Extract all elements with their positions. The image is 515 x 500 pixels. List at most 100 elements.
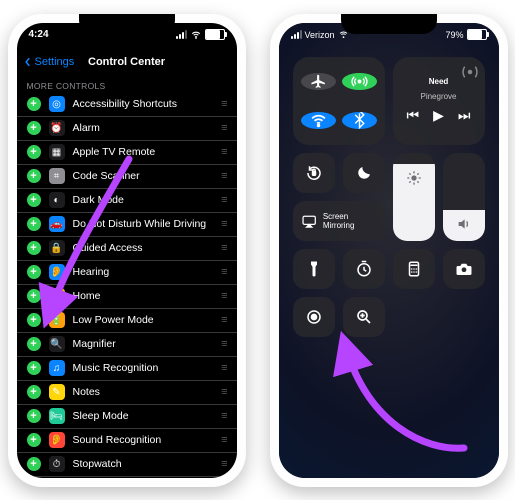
row-label: Stopwatch — [73, 458, 122, 470]
drag-handle-icon[interactable]: ≡ — [221, 146, 226, 158]
app-icon: ✎ — [49, 384, 65, 400]
row-label: Sound Recognition — [73, 434, 162, 446]
list-item[interactable]: +⏱Stopwatch≡ — [17, 453, 237, 477]
screen-mirroring-button[interactable]: Screen Mirroring — [293, 201, 385, 241]
drag-handle-icon[interactable]: ≡ — [221, 386, 226, 398]
add-button[interactable]: + — [27, 385, 41, 399]
row-label: Alarm — [73, 122, 100, 134]
drag-handle-icon[interactable]: ≡ — [221, 458, 226, 470]
list-item[interactable]: +⌗Code Scanner≡ — [17, 165, 237, 189]
app-icon: ♫ — [49, 360, 65, 376]
drag-handle-icon[interactable]: ≡ — [221, 218, 226, 230]
drag-handle-icon[interactable]: ≡ — [221, 194, 226, 206]
brightness-slider[interactable] — [393, 153, 435, 241]
battery-percent: 79% — [445, 30, 463, 40]
add-button[interactable]: + — [27, 289, 41, 303]
moon-icon — [355, 164, 373, 182]
list-item[interactable]: +👂Sound Recognition≡ — [17, 429, 237, 453]
drag-handle-icon[interactable]: ≡ — [221, 242, 226, 254]
drag-handle-icon[interactable]: ≡ — [221, 170, 226, 182]
app-icon: 🔋 — [49, 312, 65, 328]
do-not-disturb-toggle[interactable] — [343, 153, 385, 193]
list-item[interactable]: +🚗Do Not Disturb While Driving≡ — [17, 213, 237, 237]
magnifier-button[interactable] — [343, 297, 385, 337]
bluetooth-toggle[interactable] — [342, 112, 377, 129]
control-center-screen: Verizon 79% — [279, 23, 499, 478]
flashlight-icon — [305, 260, 323, 278]
back-button[interactable]: Settings — [23, 56, 75, 68]
cellular-signal-icon — [291, 30, 302, 39]
add-button[interactable]: + — [27, 241, 41, 255]
battery-icon — [467, 29, 487, 40]
timer-button[interactable] — [343, 249, 385, 289]
list-item[interactable]: + 👂 Hearing ≡ — [17, 261, 237, 285]
add-button[interactable]: + — [27, 145, 41, 159]
add-button[interactable]: + — [27, 361, 41, 375]
drag-handle-icon[interactable]: ≡ — [221, 314, 226, 326]
play-button[interactable]: ▶ — [433, 107, 444, 124]
airplay-audio-icon — [461, 63, 479, 81]
airplane-icon — [310, 73, 327, 90]
calculator-button[interactable] — [393, 249, 435, 289]
add-button[interactable]: + — [27, 169, 41, 183]
cellular-data-toggle[interactable] — [342, 73, 377, 90]
wifi-toggle[interactable] — [301, 112, 336, 129]
carrier-label: Verizon — [305, 30, 335, 40]
add-button[interactable]: + — [27, 265, 41, 279]
row-label: Accessibility Shortcuts — [73, 98, 177, 110]
drag-handle-icon[interactable]: ≡ — [221, 98, 226, 110]
now-playing-tile[interactable]: Need Pinegrove ⏮ ▶ ⏭ — [393, 57, 485, 145]
screen-record-button[interactable] — [293, 297, 335, 337]
next-track-button[interactable]: ⏭ — [458, 107, 471, 124]
row-label: Hearing — [73, 266, 110, 278]
add-button[interactable]: + — [27, 121, 41, 135]
list-item[interactable]: +◐Dark Mode≡ — [17, 189, 237, 213]
sun-icon — [406, 170, 422, 186]
flashlight-button[interactable] — [293, 249, 335, 289]
add-button[interactable]: + — [27, 409, 41, 423]
add-button[interactable]: + — [27, 217, 41, 231]
add-button[interactable]: + — [27, 457, 41, 471]
drag-handle-icon[interactable]: ≡ — [221, 434, 226, 446]
list-item[interactable]: +⌂Home≡ — [17, 285, 237, 309]
music-artist: Pinegrove — [420, 92, 456, 101]
list-item[interactable]: +♫Music Recognition≡ — [17, 357, 237, 381]
volume-slider[interactable] — [443, 153, 485, 241]
list-item[interactable]: +🔍Magnifier≡ — [17, 333, 237, 357]
add-button[interactable]: + — [27, 337, 41, 351]
list-item[interactable]: +🛏Sleep Mode≡ — [17, 405, 237, 429]
app-icon: 👂 — [49, 264, 65, 280]
add-button[interactable]: + — [27, 193, 41, 207]
camera-button[interactable] — [443, 249, 485, 289]
section-header: MORE CONTROLS — [17, 77, 237, 93]
prev-track-button[interactable]: ⏮ — [407, 107, 420, 124]
row-label: Apple TV Remote — [73, 146, 156, 158]
list-item[interactable]: +🔒Guided Access≡ — [17, 237, 237, 261]
chevron-left-icon — [23, 57, 33, 67]
bluetooth-icon — [351, 112, 368, 129]
row-label: Home — [73, 290, 101, 302]
add-button[interactable]: + — [27, 313, 41, 327]
airplane-mode-toggle[interactable] — [301, 73, 336, 90]
list-item[interactable]: +⏰Alarm≡ — [17, 117, 237, 141]
add-button[interactable]: + — [27, 433, 41, 447]
app-icon: 🔍 — [49, 336, 65, 352]
add-button[interactable]: + — [27, 97, 41, 111]
drag-handle-icon[interactable]: ≡ — [221, 266, 226, 278]
controls-list[interactable]: +◎Accessibility Shortcuts≡+⏰Alarm≡+▦Appl… — [17, 93, 237, 478]
cellular-signal-icon — [176, 30, 187, 39]
drag-handle-icon[interactable]: ≡ — [221, 410, 226, 422]
timer-icon — [355, 260, 373, 278]
orientation-lock-toggle[interactable] — [293, 153, 335, 193]
list-item[interactable]: +▦Apple TV Remote≡ — [17, 141, 237, 165]
list-item[interactable]: +◎Accessibility Shortcuts≡ — [17, 93, 237, 117]
drag-handle-icon[interactable]: ≡ — [221, 338, 226, 350]
drag-handle-icon[interactable]: ≡ — [221, 362, 226, 374]
music-title: Need — [429, 77, 449, 86]
drag-handle-icon[interactable]: ≡ — [221, 122, 226, 134]
drag-handle-icon[interactable]: ≡ — [221, 290, 226, 302]
list-item[interactable]: +🔋Low Power Mode≡ — [17, 309, 237, 333]
list-item[interactable]: +AText Size≡ — [17, 477, 237, 478]
list-item[interactable]: +✎Notes≡ — [17, 381, 237, 405]
app-icon: 🚗 — [49, 216, 65, 232]
